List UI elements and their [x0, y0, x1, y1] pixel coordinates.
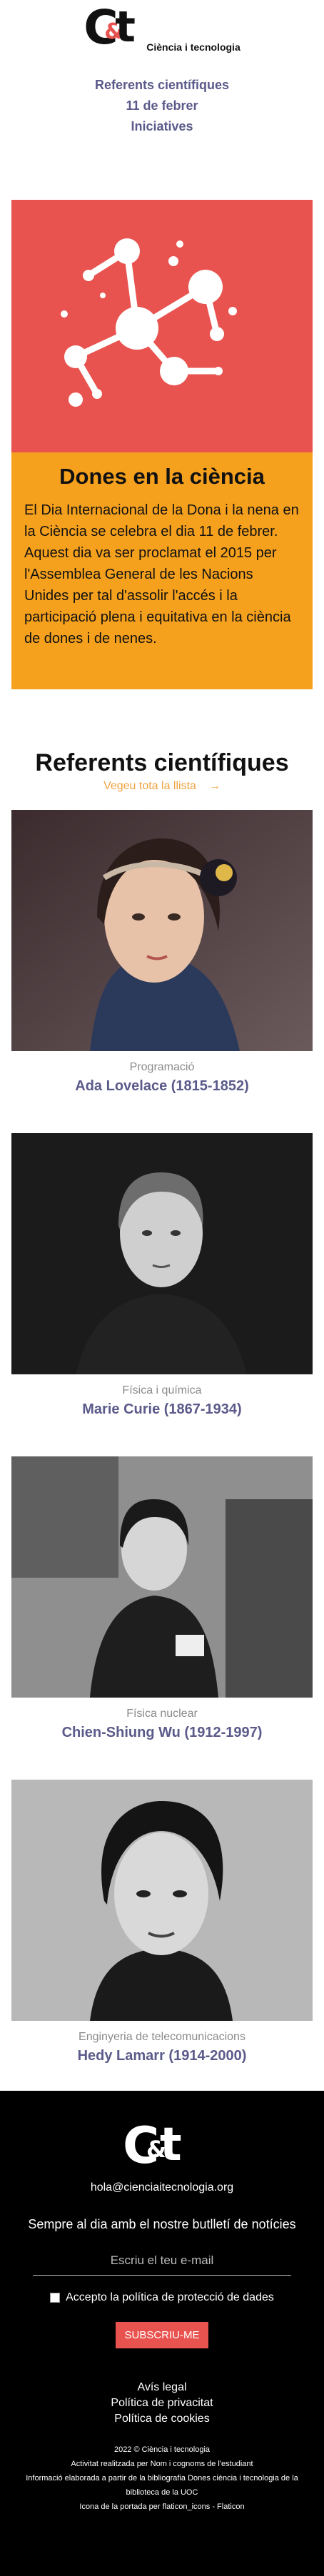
footer-email[interactable]: hola@cienciaitecnologia.org [0, 2181, 324, 2194]
nav-item-referents[interactable]: Referents científiques [0, 75, 324, 96]
arrow-right-icon: → [208, 780, 221, 792]
portrait-ada-lovelace [11, 810, 313, 1051]
footer-credits: 2022 © Ciència i tecnologia Activitat re… [0, 2443, 324, 2514]
main-nav: Referents científiques 11 de febrer Inic… [0, 75, 324, 137]
footer-author: Activitat realitzada per Nom i cognoms d… [71, 2460, 253, 2468]
portrait-marie-curie [11, 1133, 313, 1374]
nav-item-11-febrer[interactable]: 11 de febrer [0, 96, 324, 116]
site-footer: C & t hola@cienciaitecnologia.org Sempre… [0, 2091, 324, 2576]
hero-title: Dones en la ciència [59, 464, 265, 489]
footer-link-cookies[interactable]: Política de cookies [0, 2411, 324, 2427]
hero-text-box: Dones en la ciència El Dia Internacional… [11, 452, 313, 689]
portrait-chien-shiung-wu [11, 1456, 313, 1698]
footer-links: Avís legal Política de privacitat Políti… [0, 2380, 324, 2427]
referent-name: Ada Lovelace (1815-1852) [75, 1078, 249, 1094]
newsletter-heading: Sempre al dia amb el nostre butlletí de … [28, 2217, 296, 2231]
privacy-checkbox-label: Accepto la política de protecció de dade… [66, 2291, 274, 2303]
referent-card-hedy-lamarr[interactable]: Enginyeria de telecomunicacions Hedy Lam… [11, 1780, 313, 2064]
referent-card-ada-lovelace[interactable]: Programació Ada Lovelace (1815-1852) [11, 810, 313, 1095]
logo-text: Ciència i tecnologia [146, 41, 241, 53]
referent-name: Marie Curie (1867-1934) [82, 1401, 242, 1417]
referent-category: Física nuclear [126, 1708, 198, 1720]
hero-text: El Dia Internacional de la Dona i la nen… [24, 502, 299, 646]
referents-section: Referents científiques Vegeu tota la lli… [0, 749, 324, 2064]
footer-icon-credit: Icona de la portada per flaticon_icons -… [79, 2503, 245, 2511]
footer-source: Informació elaborada a partir de la bibl… [26, 2474, 298, 2497]
footer-copyright: 2022 © Ciència i tecnologia [113, 2445, 211, 2454]
referent-category: Enginyeria de telecomunicacions [79, 2031, 245, 2043]
footer-link-avis-legal[interactable]: Avís legal [0, 2380, 324, 2395]
see-all-label: Vegeu tota la llista [103, 780, 196, 792]
privacy-checkbox[interactable]: Accepto la política de protecció de dade… [50, 2291, 274, 2304]
referent-card-marie-curie[interactable]: Física i química Marie Curie (1867-1934) [11, 1133, 313, 1418]
referent-name: Chien-Shiung Wu (1912-1997) [61, 1725, 263, 1740]
newsletter-email-input[interactable] [33, 2251, 291, 2276]
hero-image [11, 200, 313, 452]
page: C & t Ciència i tecnologia Referents cie… [0, 0, 324, 2576]
checkbox-box[interactable] [50, 2293, 61, 2303]
referent-card-chien-shiung-wu[interactable]: Física nuclear Chien-Shiung Wu (1912-199… [11, 1456, 313, 1741]
referent-name: Hedy Lamarr (1914-2000) [77, 2048, 247, 2064]
subscribe-button[interactable]: SUBSCRIU-ME [116, 2322, 208, 2348]
footer-link-privacitat[interactable]: Política de privacitat [0, 2395, 324, 2411]
logo-letter-t: t [160, 2119, 182, 2171]
molecule-icon [61, 238, 237, 407]
logo-mark: C & t [83, 2, 148, 57]
referent-category: Programació [129, 1061, 195, 1073]
referents-title: Referents científiques [35, 749, 289, 776]
see-all-link[interactable]: Vegeu tota la llista → [103, 780, 221, 793]
nav-item-iniciatives[interactable]: Iniciatives [0, 116, 324, 137]
hero-section: Dones en la ciència El Dia Internacional… [11, 200, 313, 689]
portrait-hedy-lamarr [11, 1780, 313, 2021]
site-header: C & t Ciència i tecnologia Referents cie… [0, 0, 324, 178]
referents-list: Programació Ada Lovelace (1815-1852) Fís… [0, 810, 324, 2064]
site-logo[interactable]: C & t Ciència i tecnologia [83, 2, 241, 57]
referent-category: Física i química [122, 1384, 202, 1396]
footer-logo[interactable]: C & t [123, 2119, 201, 2174]
logo-letter-t: t [115, 2, 136, 52]
